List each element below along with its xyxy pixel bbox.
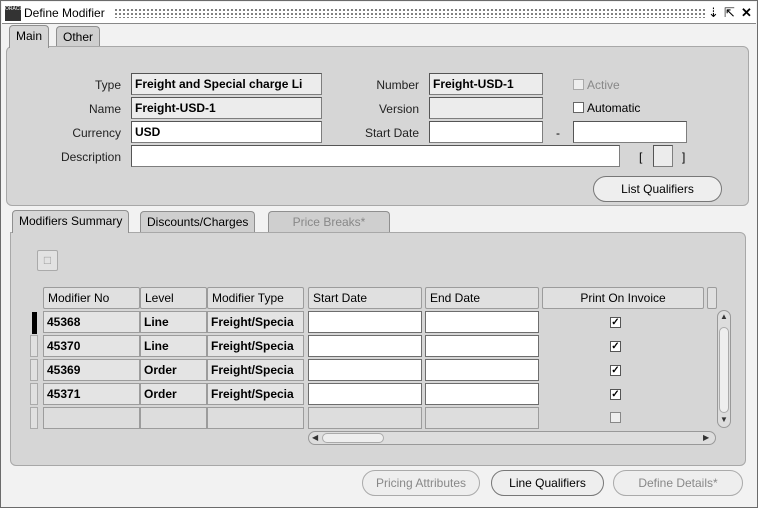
print-on-invoice-checkbox[interactable]: [610, 412, 621, 423]
cell-start-date[interactable]: [308, 407, 422, 429]
tab-main-label: Main: [16, 29, 43, 43]
row-indicator[interactable]: [30, 383, 38, 405]
minimize-icon[interactable]: ⇣: [708, 5, 719, 21]
row-indicator[interactable]: [30, 335, 38, 357]
active-label: Active: [587, 78, 620, 92]
current-record-indicator[interactable]: [32, 312, 37, 334]
version-field[interactable]: [429, 97, 543, 119]
cell-level[interactable]: Order: [140, 383, 207, 405]
folder-icon[interactable]: □: [37, 250, 58, 271]
cell-start-date[interactable]: [308, 311, 422, 333]
cell-start-date[interactable]: [308, 359, 422, 381]
define-modifier-window: ORACLE Define Modifier ⇣ ⇱ ✕ Main Other …: [0, 0, 758, 508]
cell-modifier-no[interactable]: 45368: [43, 311, 140, 333]
print-on-invoice-checkbox[interactable]: ✓: [610, 389, 621, 400]
name-label: Name: [88, 102, 121, 116]
close-icon[interactable]: ✕: [741, 5, 752, 21]
cell-modifier-type[interactable]: Freight/Specia: [207, 311, 304, 333]
cell-modifier-type[interactable]: Freight/Specia: [207, 335, 304, 357]
cell-start-date[interactable]: [308, 335, 422, 357]
scroll-up-icon[interactable]: ▲: [720, 312, 728, 321]
automatic-label: Automatic: [587, 101, 641, 115]
cell-end-date[interactable]: [425, 335, 539, 357]
cell-level[interactable]: Line: [140, 311, 207, 333]
define-details-button[interactable]: Define Details*: [613, 470, 743, 496]
title-bar[interactable]: ORACLE Define Modifier ⇣ ⇱ ✕: [2, 2, 756, 24]
end-date-field[interactable]: [573, 121, 687, 143]
cell-end-date[interactable]: [425, 407, 539, 429]
line-qualifiers-button[interactable]: Line Qualifiers: [491, 470, 604, 496]
scroll-left-icon[interactable]: ◀: [312, 433, 318, 442]
flexfield-button[interactable]: [653, 145, 673, 167]
col-header-modifier-no[interactable]: Modifier No: [43, 287, 140, 309]
cell-modifier-no[interactable]: [43, 407, 140, 429]
row-indicator[interactable]: [30, 359, 38, 381]
cell-end-date[interactable]: [425, 383, 539, 405]
tab-modifiers-summary-label: Modifiers Summary: [19, 214, 123, 228]
tab-discounts-charges-label: Discounts/Charges: [147, 215, 249, 229]
cell-modifier-no[interactable]: 45370: [43, 335, 140, 357]
col-header-print-on-invoice[interactable]: Print On Invoice: [542, 287, 704, 309]
maximize-icon[interactable]: ⇱: [724, 5, 735, 21]
start-date-field[interactable]: [429, 121, 543, 143]
title-bar-grip: [114, 8, 706, 18]
version-label: Version: [378, 102, 419, 116]
cell-end-date[interactable]: [425, 359, 539, 381]
cell-level[interactable]: [140, 407, 207, 429]
currency-field[interactable]: USD: [131, 121, 322, 143]
print-on-invoice-checkbox[interactable]: ✓: [610, 365, 621, 376]
row-indicator[interactable]: [30, 407, 38, 429]
tab-modifiers-summary[interactable]: Modifiers Summary: [12, 210, 130, 233]
currency-label: Currency: [72, 126, 121, 140]
cell-modifier-type[interactable]: Freight/Specia: [207, 383, 304, 405]
col-header-end-date[interactable]: End Date: [425, 287, 539, 309]
list-qualifiers-button[interactable]: List Qualifiers: [593, 176, 722, 202]
print-on-invoice-checkbox[interactable]: ✓: [610, 341, 621, 352]
col-header-start-date[interactable]: Start Date: [308, 287, 422, 309]
type-label: Type: [94, 78, 121, 92]
cell-level[interactable]: Order: [140, 359, 207, 381]
tab-discounts-charges[interactable]: Discounts/Charges: [140, 211, 256, 232]
cell-modifier-no[interactable]: 45371: [43, 383, 140, 405]
cell-modifier-no[interactable]: 45369: [43, 359, 140, 381]
start-date-label: Start Date: [364, 126, 419, 140]
tab-other-label: Other: [63, 30, 94, 44]
cell-level[interactable]: Line: [140, 335, 207, 357]
horizontal-scroll-thumb[interactable]: [322, 433, 384, 443]
oracle-app-icon: ORACLE: [5, 6, 21, 21]
number-field[interactable]: Freight-USD-1: [429, 73, 543, 95]
number-label: Number: [376, 78, 419, 92]
col-header-modifier-type[interactable]: Modifier Type: [207, 287, 304, 309]
automatic-checkbox[interactable]: [573, 102, 584, 113]
date-range-dash: -: [556, 126, 560, 140]
active-checkbox[interactable]: [573, 79, 584, 90]
flex-bracket-open: [: [639, 150, 643, 164]
col-header-overflow: [707, 287, 717, 309]
flex-bracket-close: ]: [682, 150, 686, 164]
scroll-right-icon[interactable]: ▶: [703, 433, 709, 442]
vertical-scroll-thumb[interactable]: [719, 327, 729, 413]
pricing-attributes-button[interactable]: Pricing Attributes: [362, 470, 480, 496]
cell-modifier-type[interactable]: Freight/Specia: [207, 359, 304, 381]
horizontal-scrollbar[interactable]: ◀ ▶: [308, 431, 716, 445]
tab-price-breaks-label: Price Breaks*: [292, 215, 366, 229]
type-field[interactable]: Freight and Special charge Li: [131, 73, 322, 95]
cell-start-date[interactable]: [308, 383, 422, 405]
tab-main[interactable]: Main: [9, 25, 50, 48]
cell-modifier-type[interactable]: [207, 407, 304, 429]
name-field[interactable]: Freight-USD-1: [131, 97, 322, 119]
description-field[interactable]: [131, 145, 620, 167]
tab-other[interactable]: Other: [56, 26, 101, 47]
col-header-level[interactable]: Level: [140, 287, 207, 309]
tab-price-breaks[interactable]: Price Breaks*: [268, 211, 390, 232]
print-on-invoice-checkbox[interactable]: ✓: [610, 317, 621, 328]
description-label: Description: [60, 150, 121, 164]
vertical-scrollbar[interactable]: ▲ ▼: [717, 310, 731, 428]
scroll-down-icon[interactable]: ▼: [720, 415, 728, 424]
window-title: Define Modifier: [24, 6, 105, 20]
cell-end-date[interactable]: [425, 311, 539, 333]
